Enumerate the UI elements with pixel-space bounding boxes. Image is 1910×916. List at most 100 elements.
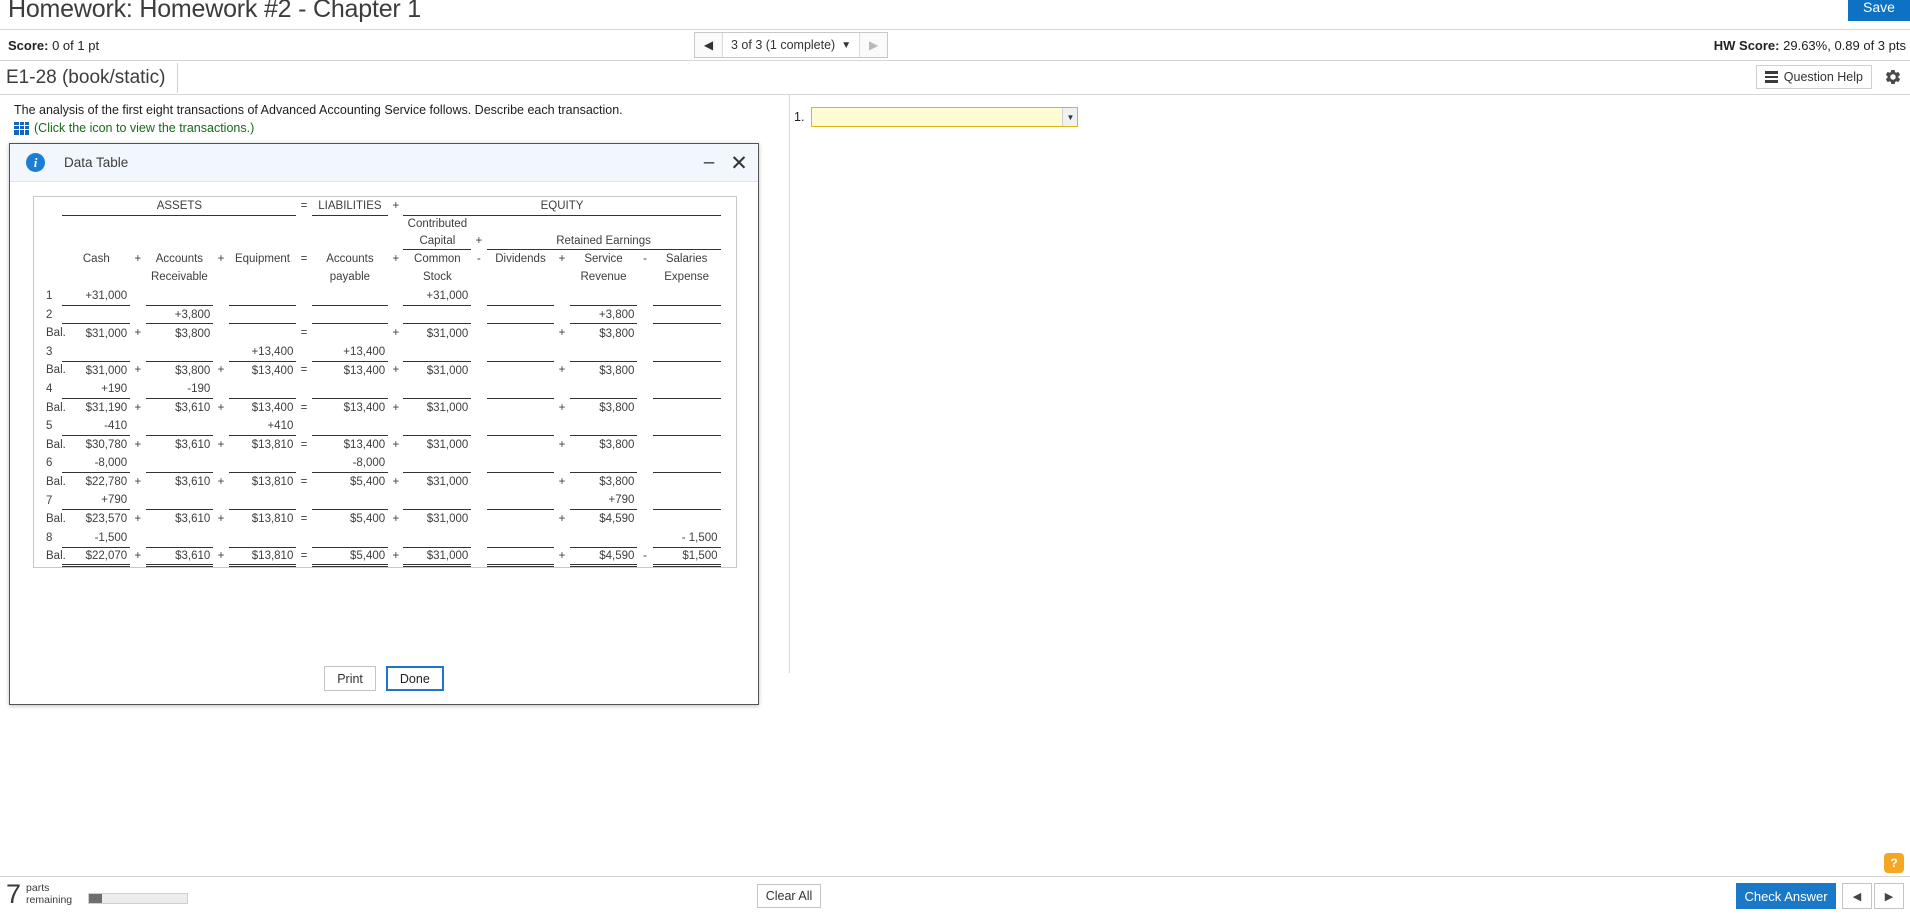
cell-cs: $31,000 — [426, 513, 469, 526]
cell-ap — [311, 379, 389, 399]
op-capital-retained: + — [475, 235, 483, 248]
cell-cs: $31,000 — [426, 476, 469, 489]
cell-exp — [652, 416, 721, 437]
cell-ap: $13,400 — [343, 439, 386, 452]
check-answer-button[interactable]: Check Answer — [1736, 883, 1836, 909]
op-liabilities-equity: + — [392, 200, 400, 213]
cell-exp — [652, 491, 721, 511]
save-button[interactable]: Save — [1848, 0, 1910, 21]
row-pad — [721, 491, 736, 510]
row-operator — [637, 287, 652, 306]
clear-all-button[interactable]: Clear All — [757, 884, 821, 908]
row-operator — [130, 454, 145, 473]
chevron-down-icon[interactable]: ▼ — [1062, 108, 1078, 126]
cell-div — [486, 491, 555, 511]
question-position-dropdown[interactable]: 3 of 3 (1 complete) ▼ — [723, 33, 859, 57]
prev-question-arrow[interactable]: ◀ — [695, 33, 723, 57]
row-operator — [637, 454, 652, 473]
view-transactions-label: (Click the icon to view the transactions… — [34, 121, 255, 135]
row-operator — [471, 324, 486, 343]
row-operator: + — [217, 550, 225, 563]
row-operator — [554, 454, 569, 473]
cell-ap — [311, 528, 389, 548]
row-operator — [213, 380, 228, 399]
score-label: Score: — [8, 38, 49, 53]
answer-number: 1. — [794, 110, 805, 124]
cell-eq — [228, 454, 297, 474]
list-icon — [1764, 71, 1778, 83]
cell-exp: $1,500 — [652, 547, 721, 568]
next-part-button[interactable]: ▶ — [1874, 883, 1904, 909]
cell-ap: $5,400 — [350, 476, 386, 489]
close-icon[interactable]: ✕ — [728, 152, 750, 175]
col-service-revenue: Service — [584, 253, 623, 266]
score-value: 0 of 1 pt — [52, 38, 100, 53]
cell-exp — [653, 361, 721, 380]
row-operator: + — [558, 364, 566, 377]
view-transactions-link[interactable]: (Click the icon to view the transactions… — [14, 121, 254, 135]
cell-ap: $13,400 — [343, 364, 386, 377]
question-navigator[interactable]: ◀ 3 of 3 (1 complete) ▼ ▶ — [694, 32, 889, 58]
col-equipment: Equipment — [234, 252, 290, 265]
minimize-icon[interactable]: – — [698, 152, 720, 174]
row-operator: + — [392, 401, 400, 414]
col-expense: Expense — [664, 271, 710, 284]
cell-ap: $5,400 — [311, 547, 389, 568]
row-label: Bal. — [46, 513, 66, 526]
row-pad — [721, 510, 736, 529]
cell-eq: +13,400 — [228, 342, 297, 362]
row-operator: = — [300, 401, 308, 414]
cell-ap: $5,400 — [350, 513, 386, 526]
cell-div — [487, 473, 555, 492]
row-operator — [213, 491, 228, 510]
next-question-arrow[interactable]: ▶ — [859, 33, 888, 57]
row-label: 4 — [46, 383, 53, 396]
cell-ar — [145, 491, 214, 511]
row-pad — [721, 473, 736, 492]
cell-exp — [653, 398, 721, 417]
cell-ar: $3,610 — [175, 476, 211, 489]
previous-part-button[interactable]: ◀ — [1842, 883, 1872, 909]
cell-cash: $31,190 — [85, 401, 128, 414]
cell-exp — [653, 510, 721, 529]
row-operator — [554, 417, 569, 436]
question-help-button[interactable]: Question Help — [1755, 65, 1872, 89]
cell-rev — [569, 528, 638, 548]
cell-ap: +13,400 — [311, 342, 389, 362]
cell-ap — [311, 286, 389, 306]
parts-count: 7 — [6, 879, 22, 909]
row-operator — [388, 454, 403, 473]
cell-cs: $31,000 — [426, 439, 469, 452]
row-operator: = — [300, 550, 308, 563]
cell-cs: $31,000 — [403, 547, 472, 568]
cell-exp — [652, 379, 721, 399]
table-grid-icon[interactable] — [14, 121, 29, 135]
row-operator — [637, 305, 652, 324]
row-operator: + — [134, 364, 142, 377]
row-operator — [637, 417, 652, 436]
cell-exp — [653, 324, 721, 343]
row-operator — [471, 398, 486, 417]
print-button[interactable]: Print — [324, 666, 376, 691]
cell-rev — [569, 342, 638, 362]
help-icon[interactable]: ? — [1884, 853, 1904, 873]
cell-div — [487, 324, 555, 343]
cell-eq: $13,810 — [228, 547, 297, 568]
cell-cash: +790 — [62, 491, 131, 511]
row-operator — [637, 491, 652, 510]
worksheet-rows: 1 +31,000 +31,000 2 +3,800 +3,800 Bal. $31,000 +… — [34, 286, 736, 568]
row-operator: = — [300, 438, 308, 451]
gear-icon[interactable] — [1884, 68, 1902, 86]
row-operator — [637, 380, 652, 399]
row-operator: - — [643, 550, 647, 563]
cell-rev — [569, 286, 638, 306]
group-equity: EQUITY — [403, 197, 721, 217]
cell-ap: -8,000 — [311, 454, 389, 474]
worksheet-row-balance: Bal. $31,000 + $3,800 + $13,400 = $13,400 + $31,0… — [34, 361, 736, 380]
cell-rev — [569, 379, 638, 399]
done-button[interactable]: Done — [385, 666, 444, 691]
row-operator — [388, 305, 403, 324]
row-operator: = — [300, 513, 308, 526]
row-operator — [213, 529, 228, 548]
answer-dropdown-1[interactable]: ▼ — [811, 107, 1079, 127]
